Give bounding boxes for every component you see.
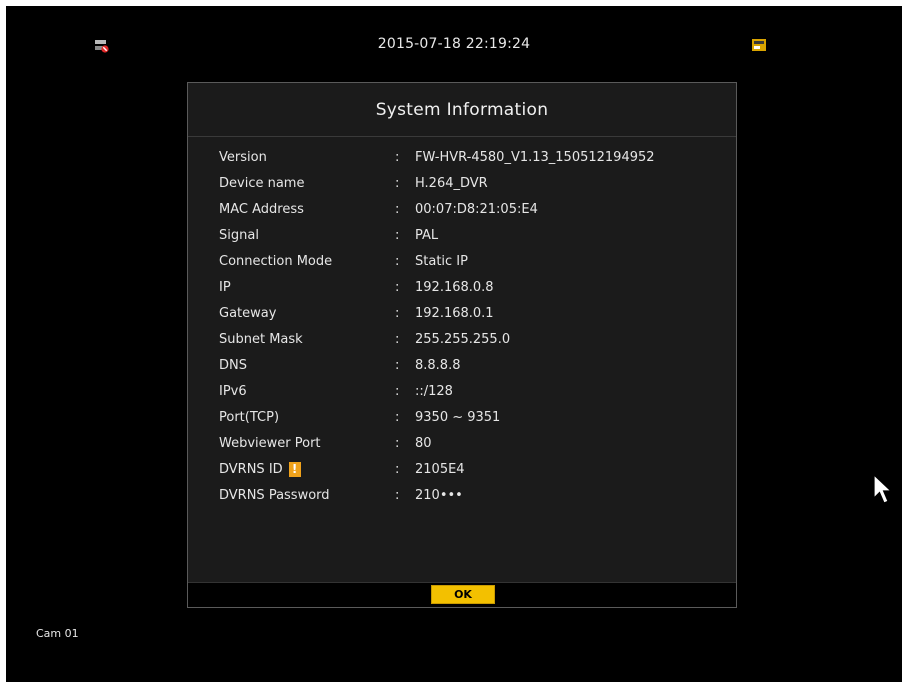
- info-row-mac-address: MAC Address : 00:07:D8:21:05:E4: [219, 196, 719, 222]
- info-value: 192.168.0.8: [415, 279, 494, 295]
- info-row-dns: DNS : 8.8.8.8: [219, 352, 719, 378]
- info-separator: :: [395, 305, 400, 321]
- mouse-cursor-icon: [873, 473, 893, 504]
- info-label: Device name: [219, 175, 305, 191]
- info-label: Subnet Mask: [219, 331, 303, 347]
- info-separator: :: [395, 227, 400, 243]
- info-label: IPv6: [219, 383, 247, 399]
- info-table: Version : FW-HVR-4580_V1.13_150512194952…: [219, 144, 719, 508]
- info-separator: :: [395, 435, 400, 451]
- info-row-webviewer-port: Webviewer Port : 80: [219, 430, 719, 456]
- info-value: PAL: [415, 227, 439, 243]
- info-label: Signal: [219, 227, 259, 243]
- info-row-subnet-mask: Subnet Mask : 255.255.255.0: [219, 326, 719, 352]
- info-value: 210•••: [415, 487, 463, 503]
- ok-button[interactable]: OK: [431, 585, 495, 604]
- info-row-ipv6: IPv6 : ::/128: [219, 378, 719, 404]
- info-separator: :: [395, 357, 400, 373]
- dvr-screen: 2015-07-18 22:19:24 System Information V…: [6, 6, 902, 682]
- info-separator: :: [395, 201, 400, 217]
- datetime-display: 2015-07-18 22:19:24: [377, 36, 531, 52]
- info-row-port-tcp: Port(TCP) : 9350 ~ 9351: [219, 404, 719, 430]
- info-row-device-name: Device name : H.264_DVR: [219, 170, 719, 196]
- camera-label: Cam 01: [36, 627, 79, 640]
- info-value: 2105E4: [415, 461, 465, 477]
- info-separator: :: [395, 175, 400, 191]
- info-row-dvrns-id: DVRNS ID ! : 2105E4: [219, 456, 719, 482]
- info-value: 9350 ~ 9351: [415, 409, 501, 425]
- info-value: FW-HVR-4580_V1.13_150512194952: [415, 149, 655, 165]
- info-label: MAC Address: [219, 201, 304, 217]
- info-label: DVRNS ID: [219, 461, 283, 477]
- info-value: ::/128: [415, 383, 453, 399]
- info-separator: :: [395, 279, 400, 295]
- info-row-signal: Signal : PAL: [219, 222, 719, 248]
- info-label: DVRNS Password: [219, 487, 330, 503]
- info-label: Webviewer Port: [219, 435, 321, 451]
- info-row-gateway: Gateway : 192.168.0.1: [219, 300, 719, 326]
- info-row-ip: IP : 192.168.0.8: [219, 274, 719, 300]
- info-label: Gateway: [219, 305, 277, 321]
- info-label-with-warning: DVRNS ID !: [219, 461, 395, 477]
- info-separator: :: [395, 383, 400, 399]
- info-separator: :: [395, 149, 400, 165]
- info-separator: :: [395, 253, 400, 269]
- info-value: 255.255.255.0: [415, 331, 511, 347]
- info-label: Port(TCP): [219, 409, 280, 425]
- info-label: IP: [219, 279, 231, 295]
- info-value: H.264_DVR: [415, 175, 488, 191]
- system-information-dialog: System Information Version : FW-HVR-4580…: [187, 82, 737, 608]
- info-value: 8.8.8.8: [415, 357, 461, 373]
- info-separator: :: [395, 461, 400, 477]
- info-value: Static IP: [415, 253, 468, 269]
- info-separator: :: [395, 409, 400, 425]
- dialog-footer: OK: [188, 582, 736, 607]
- info-label: Version: [219, 149, 267, 165]
- info-value: 192.168.0.1: [415, 305, 494, 321]
- info-value: 00:07:D8:21:05:E4: [415, 201, 538, 217]
- info-row-dvrns-password: DVRNS Password : 210•••: [219, 482, 719, 508]
- storage-status-icon: [752, 39, 766, 51]
- dialog-title: System Information: [188, 83, 736, 137]
- info-separator: :: [395, 331, 400, 347]
- warning-icon[interactable]: !: [288, 461, 301, 477]
- info-row-connection-mode: Connection Mode : Static IP: [219, 248, 719, 274]
- info-label: DNS: [219, 357, 247, 373]
- info-row-version: Version : FW-HVR-4580_V1.13_150512194952: [219, 144, 719, 170]
- info-label: Connection Mode: [219, 253, 333, 269]
- info-separator: :: [395, 487, 400, 503]
- info-value: 80: [415, 435, 432, 451]
